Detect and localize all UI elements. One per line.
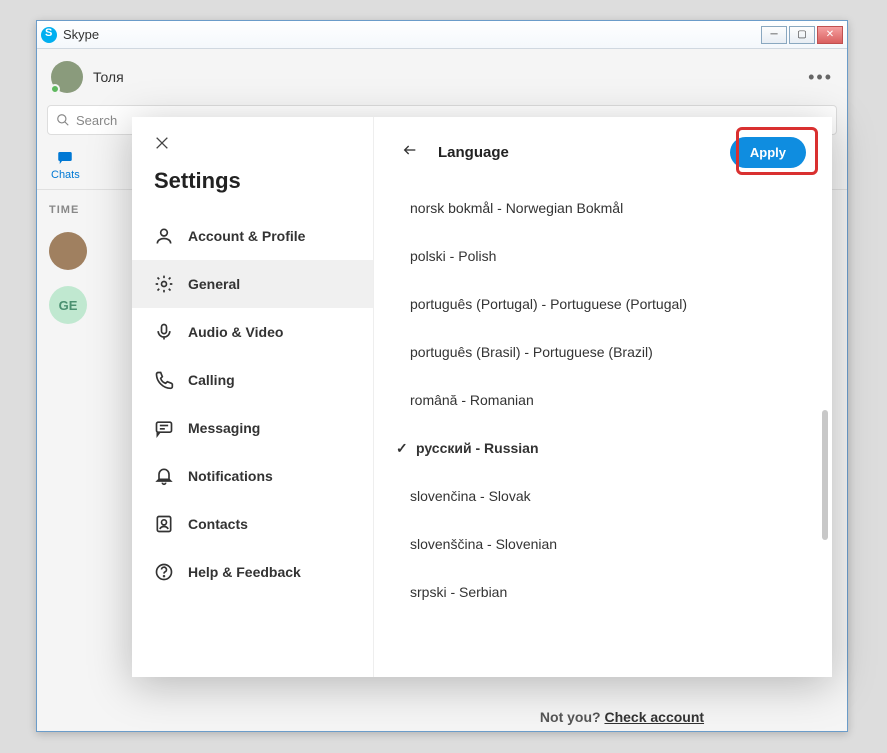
close-window-button[interactable]: ✕	[817, 26, 843, 44]
settings-item-account[interactable]: Account & Profile	[132, 212, 373, 260]
chat-icon	[55, 149, 75, 167]
language-title: Language	[438, 144, 509, 161]
contact-avatar	[49, 232, 87, 270]
settings-item-messaging[interactable]: Messaging	[132, 404, 373, 452]
settings-item-audio-video[interactable]: Audio & Video	[132, 308, 373, 356]
contacts-icon	[154, 514, 174, 534]
profile-header: Толя •••	[37, 49, 847, 105]
settings-sidebar: Settings Account & Profile General Audio…	[132, 117, 374, 677]
apply-button[interactable]: Apply	[730, 137, 806, 168]
language-option[interactable]: slovenčina - Slovak	[382, 472, 832, 520]
settings-item-contacts[interactable]: Contacts	[132, 500, 373, 548]
gear-icon	[154, 274, 174, 294]
titlebar: Skype ─ ▢ ✕	[37, 21, 847, 49]
phone-icon	[154, 370, 174, 390]
contact-avatar-initials: GE	[49, 286, 87, 324]
tab-chats[interactable]: Chats	[37, 143, 94, 189]
person-icon	[154, 226, 174, 246]
scrollbar-thumb[interactable]	[822, 410, 828, 540]
language-option[interactable]: norsk bokmål - Norwegian Bokmål	[382, 184, 832, 232]
settings-modal: Settings Account & Profile General Audio…	[132, 117, 832, 677]
language-header: Language Apply	[374, 117, 832, 180]
language-option[interactable]: srpski - Serbian	[382, 568, 832, 616]
help-icon	[154, 562, 174, 582]
maximize-button[interactable]: ▢	[789, 26, 815, 44]
check-account-link[interactable]: Check account	[604, 709, 704, 725]
microphone-icon	[154, 322, 174, 342]
back-button[interactable]	[400, 142, 420, 163]
settings-item-help[interactable]: Help & Feedback	[132, 548, 373, 596]
language-option[interactable]: português (Brasil) - Portuguese (Brazil)	[382, 328, 832, 376]
settings-item-notifications[interactable]: Notifications	[132, 452, 373, 500]
bell-icon	[154, 466, 174, 486]
language-panel: Language Apply norsk bokmål - Norwegian …	[374, 117, 832, 677]
skype-icon	[41, 27, 57, 43]
search-icon	[56, 113, 70, 127]
language-option[interactable]: português (Portugal) - Portuguese (Portu…	[382, 280, 832, 328]
arrow-left-icon	[400, 142, 420, 158]
language-option[interactable]: polski - Polish	[382, 232, 832, 280]
close-settings-button[interactable]	[132, 117, 373, 164]
window-title: Skype	[63, 27, 99, 42]
presence-dot	[50, 84, 60, 94]
settings-title: Settings	[132, 164, 373, 212]
more-icon[interactable]: •••	[808, 67, 833, 88]
avatar[interactable]	[51, 61, 83, 93]
search-placeholder: Search	[76, 113, 117, 128]
message-icon	[154, 418, 174, 438]
minimize-button[interactable]: ─	[761, 26, 787, 44]
language-option[interactable]: slovenščina - Slovenian	[382, 520, 832, 568]
settings-item-calling[interactable]: Calling	[132, 356, 373, 404]
app-window: Skype ─ ▢ ✕ Толя ••• Search Chats TIME G…	[36, 20, 848, 732]
language-option-selected[interactable]: русский - Russian	[382, 424, 832, 472]
footer-text: Not you? Check account	[397, 709, 847, 725]
language-option[interactable]: română - Romanian	[382, 376, 832, 424]
user-name: Толя	[93, 69, 124, 85]
settings-item-general[interactable]: General	[132, 260, 373, 308]
language-list[interactable]: norsk bokmål - Norwegian Bokmål polski -…	[374, 180, 832, 677]
close-icon	[154, 135, 170, 151]
